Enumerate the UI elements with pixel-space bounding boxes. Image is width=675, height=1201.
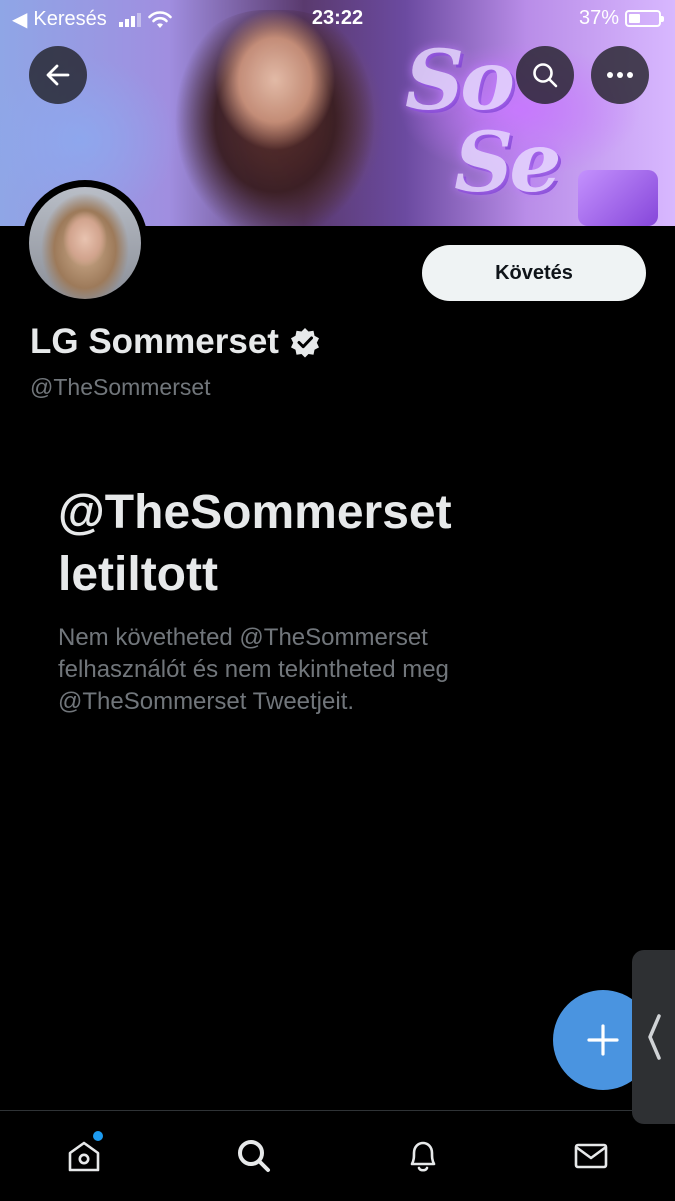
profile-name-row: LG Sommerset (30, 322, 321, 362)
new-content-dot (93, 1131, 103, 1141)
profile-handle: @TheSommerset (30, 374, 211, 400)
mail-icon (574, 1143, 608, 1169)
verified-badge-icon (290, 328, 319, 358)
blocked-title: @TheSommerset letiltott (58, 486, 452, 601)
display-name: LG Sommerset (30, 322, 279, 361)
search-icon (533, 63, 558, 88)
plus-icon (587, 1024, 619, 1056)
tab-explore[interactable] (227, 1129, 281, 1183)
status-bar: ◀ Keresés 23:22 37% (0, 0, 675, 38)
follow-button[interactable]: Követés (422, 245, 646, 301)
chevron-left-icon (647, 1014, 661, 1060)
back-button[interactable] (29, 46, 87, 104)
more-icon (607, 72, 633, 78)
blocked-description: Nem követheted @TheSommerset felhasználó… (58, 624, 449, 715)
battery-percent: 37% (578, 7, 619, 29)
bell-icon (410, 1141, 436, 1172)
banner-decoration (578, 170, 658, 226)
status-time: 23:22 (311, 7, 364, 29)
search-icon (238, 1140, 270, 1172)
bottom-tab-bar (0, 1110, 675, 1201)
home-icon (68, 1141, 100, 1172)
banner-portrait (175, 10, 375, 226)
more-options-button[interactable] (591, 46, 649, 104)
tab-messages[interactable] (564, 1129, 618, 1183)
profile-search-button[interactable] (516, 46, 574, 104)
tab-home[interactable] (57, 1129, 111, 1183)
tab-notifications[interactable] (396, 1129, 450, 1183)
side-panel-handle[interactable] (632, 950, 675, 1124)
arrow-left-icon (46, 64, 70, 86)
battery-status: 37% (578, 7, 664, 30)
avatar-image (29, 187, 141, 299)
battery-icon (625, 10, 664, 27)
profile-avatar[interactable] (22, 180, 148, 306)
